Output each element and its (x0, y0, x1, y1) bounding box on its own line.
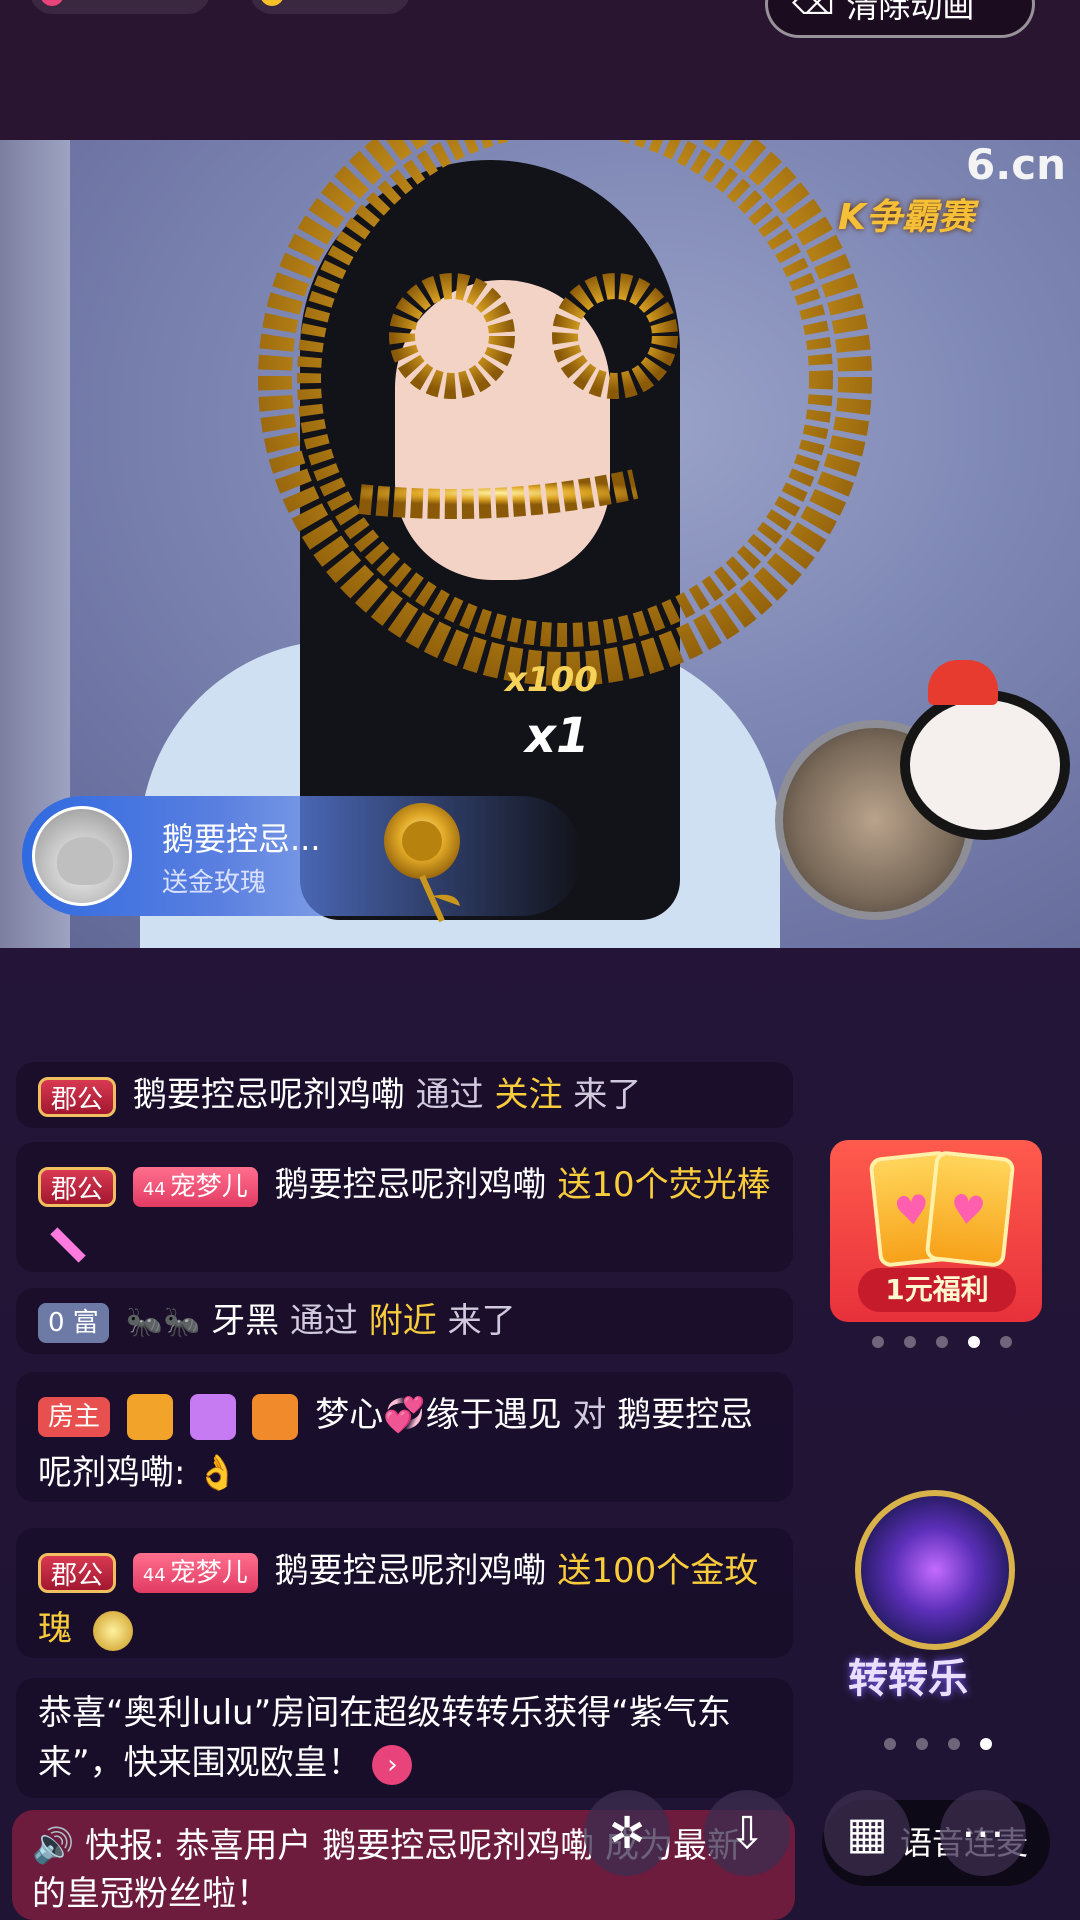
plush-head (900, 690, 1070, 840)
live-room-page: ⌫ 清除动画 6.cn K争霸赛 鹅要控忌... 送金玫瑰 x100 x1 郡公… (0, 0, 1080, 1920)
pager-dot (904, 1336, 916, 1348)
chat-user-name[interactable]: 梦心💞缘于遇见 (315, 1395, 561, 1435)
fan-level: 44 (142, 1178, 166, 1200)
top-coin-pill[interactable] (250, 0, 410, 14)
fan-badge-label: 宠梦儿 (169, 1557, 248, 1588)
pager-dot (884, 1738, 896, 1750)
speaker-icon: 🔊 (32, 1826, 75, 1866)
brand-logo: 6.cn (966, 140, 1066, 189)
more-button[interactable]: ⋯ (940, 1790, 1026, 1876)
smiley-right-eye (552, 273, 678, 399)
chat-user-name[interactable]: 鹅要控忌呢剂鸡嘞 (133, 1075, 405, 1115)
fan-level: 44 (142, 1564, 166, 1586)
chat-message[interactable]: 0 富 🐜🐜 牙黑 通过 附近 来了 (16, 1288, 793, 1354)
plush-hat (928, 660, 998, 705)
chat-source: 关注 (494, 1075, 563, 1115)
download-button[interactable]: ⇩ (704, 1790, 790, 1876)
grid-icon: ▦ (846, 1807, 888, 1859)
pager-dot-active (968, 1336, 980, 1348)
card-icon: ♥ (924, 1150, 1016, 1268)
live-video[interactable]: 6.cn K争霸赛 鹅要控忌... 送金玫瑰 x100 x1 (0, 140, 1080, 948)
medal-icon (126, 1393, 173, 1440)
host-badge: 房主 (38, 1396, 111, 1437)
coin-icon (260, 0, 284, 6)
fan-badge: 44 宠梦儿 (132, 1552, 258, 1593)
pager-dot (936, 1336, 948, 1348)
gold-rose-icon (384, 803, 460, 923)
spin-wheel-label[interactable]: 转转乐 (848, 1646, 968, 1704)
top-stat-pill[interactable] (30, 0, 210, 14)
rank-badge: 郡公 (38, 1552, 117, 1593)
rank-badge: 郡公 (38, 1076, 117, 1117)
pager-dot (872, 1336, 884, 1348)
sparkle-icon: ✲ (608, 1807, 646, 1859)
clear-animation-label: 清除动画 (846, 0, 975, 25)
welfare-promo[interactable]: ♥ ♥ 1元福利 (830, 1140, 1042, 1322)
cat-avatar-icon (57, 837, 113, 885)
chat-user-name[interactable]: 鹅要控忌呢剂鸡嘞 (275, 1551, 547, 1591)
plush-toy (880, 660, 1080, 900)
chat-user-name[interactable]: 牙黑 (211, 1301, 279, 1341)
chat-verb: 通过 (415, 1075, 484, 1115)
gold-rose-small-icon (92, 1610, 133, 1651)
grid-menu-button[interactable]: ▦ (824, 1790, 910, 1876)
fan-badge: 44 宠梦儿 (132, 1166, 258, 1207)
chat-source: 附近 (368, 1301, 437, 1341)
chevron-right-icon[interactable]: › (372, 1744, 413, 1785)
heart-icon (40, 0, 64, 6)
gift-combo-count: x1 (525, 708, 590, 764)
shield-icon (252, 1393, 299, 1440)
chat-message[interactable]: 房主 梦心💞缘于遇见 对 鹅要控忌呢剂鸡嘞: 👌 (16, 1372, 793, 1502)
top-bar: ⌫ 清除动画 (0, 0, 1080, 140)
chat-user-name[interactable]: 鹅要控忌呢剂鸡嘞 (275, 1165, 547, 1205)
chat-verb: 通过 (289, 1301, 358, 1341)
gold-rose-smiley-animation (258, 140, 872, 686)
eraser-icon: ⌫ (792, 0, 835, 22)
gift-notification[interactable]: 鹅要控忌... 送金玫瑰 (22, 796, 582, 923)
smiley-outer-ring (258, 140, 872, 686)
guard-icon (189, 1393, 236, 1440)
wealth-badge: 0 富 (38, 1302, 109, 1343)
gift-action-text: 送金玫瑰 (162, 868, 267, 898)
gift-combo-total: x100 (505, 660, 598, 700)
smiley-mouth (358, 469, 639, 519)
chat-to: 对 (572, 1395, 607, 1435)
pager-dot-active (980, 1738, 992, 1750)
welfare-pager (872, 1336, 1012, 1348)
smiley-inner-ring (297, 140, 833, 647)
more-icon: ⋯ (961, 1807, 1005, 1859)
chat-tail: 来了 (447, 1301, 516, 1341)
spin-pager (884, 1738, 992, 1750)
gift-sender-name: 鹅要控忌... (162, 820, 321, 858)
smiley-left-eye (389, 273, 515, 399)
download-icon: ⇩ (728, 1807, 766, 1859)
chat-tail: 来了 (573, 1075, 642, 1115)
clear-animation-button[interactable]: ⌫ 清除动画 (765, 0, 1035, 38)
welfare-label: 1元福利 (858, 1268, 1016, 1312)
gift-text: 送10个荧光棒 (557, 1165, 771, 1205)
pager-dot (948, 1738, 960, 1750)
effects-button[interactable]: ✲ (584, 1790, 670, 1876)
chat-message[interactable]: 郡公 44 宠梦儿 鹅要控忌呢剂鸡嘞 送10个荧光棒 (16, 1142, 793, 1272)
glow-stick-icon (50, 1226, 86, 1263)
gift-sender-avatar[interactable] (32, 806, 132, 906)
chat-message[interactable]: 郡公 鹅要控忌呢剂鸡嘞 通过 关注 来了 (16, 1062, 793, 1128)
news-flash-banner[interactable]: 🔊 快报: 恭喜用户 鹅要控忌呢剂鸡嘞 成为最新的皇冠粉丝啦！ (12, 1810, 795, 1920)
fan-badge-label: 宠梦儿 (169, 1171, 248, 1202)
chat-message[interactable]: 郡公 44 宠梦儿 鹅要控忌呢剂鸡嘞 送100个金玫瑰 (16, 1528, 793, 1658)
rank-badge: 郡公 (38, 1166, 117, 1207)
system-message[interactable]: 恭喜“奥利lulu”房间在超级转转乐获得“紫气东来”，快来围观欧皇！ › (16, 1678, 793, 1798)
ok-hand-emoji: 👌 (196, 1453, 239, 1493)
ant-icon: 🐜🐜 (125, 1305, 201, 1340)
pager-dot (1000, 1336, 1012, 1348)
spin-wheel-icon[interactable] (855, 1490, 1015, 1650)
pager-dot (916, 1738, 928, 1750)
